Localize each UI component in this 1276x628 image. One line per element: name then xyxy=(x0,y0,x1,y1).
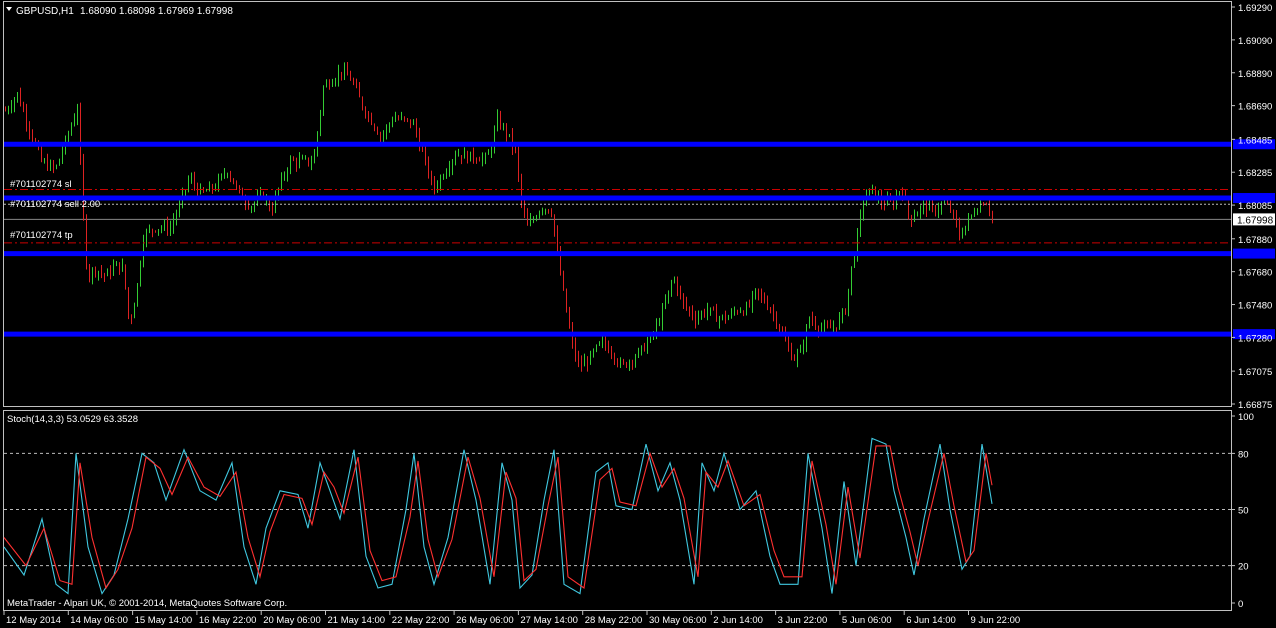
time-tick-label: 16 May 22:00 xyxy=(199,615,257,626)
time-tick-label: 2 Jun 14:00 xyxy=(713,615,763,626)
stoch-tick-label: 0 xyxy=(1238,599,1243,610)
price-tick-label: 1.67680 xyxy=(1238,268,1272,279)
horizontal-level-tag xyxy=(1233,248,1275,259)
stoch-tick-label: 80 xyxy=(1238,449,1249,460)
price-tick-label: 1.66875 xyxy=(1238,400,1272,411)
time-tick-label: 20 May 06:00 xyxy=(263,615,321,626)
time-tick-label: 28 May 22:00 xyxy=(585,615,643,626)
current-price-tag: 1.67998 xyxy=(1233,213,1275,226)
price-tick-label: 1.67480 xyxy=(1238,301,1272,312)
stoch-tick-label: 100 xyxy=(1238,412,1254,423)
price-tick-label: 1.68285 xyxy=(1238,168,1272,179)
time-tick-label: 30 May 06:00 xyxy=(649,615,707,626)
price-tick-label: 1.67880 xyxy=(1238,235,1272,246)
symbol-label: GBPUSD,H1 xyxy=(16,6,74,17)
time-tick-label: 15 May 14:00 xyxy=(135,615,193,626)
time-tick-label: 22 May 22:00 xyxy=(392,615,450,626)
stoch-label: Stoch(14,3,3) 53.0529 63.3528 xyxy=(7,414,138,425)
price-tick-label: 1.69290 xyxy=(1238,3,1272,14)
price-tick-label: 1.68690 xyxy=(1238,102,1272,113)
time-tick-label: 26 May 06:00 xyxy=(456,615,514,626)
price-tick-label: 1.68485 xyxy=(1238,135,1272,146)
copyright-label: MetaTrader - Alpari UK, © 2001-2014, Met… xyxy=(7,598,287,609)
trade-sell-label: #701102774 sell 2.00 xyxy=(10,199,100,210)
current-price-label: 1.67998 xyxy=(1237,215,1274,226)
time-tick-label: 14 May 06:00 xyxy=(70,615,128,626)
time-tick-label: 21 May 14:00 xyxy=(328,615,386,626)
price-tick-label: 1.68085 xyxy=(1238,201,1272,212)
time-tick-label: 5 Jun 06:00 xyxy=(842,615,892,626)
time-tick-label: 9 Jun 22:00 xyxy=(971,615,1021,626)
time-tick-label: 27 May 14:00 xyxy=(520,615,578,626)
price-tick-label: 1.67280 xyxy=(1238,333,1272,344)
chart-background xyxy=(0,0,1276,628)
trade-sl-label: #701102774 sl xyxy=(10,179,72,190)
trade-tp-label: #701102774 tp xyxy=(10,230,73,241)
price-tick-label: 1.68890 xyxy=(1238,69,1272,80)
time-tick-label: 3 Jun 22:00 xyxy=(778,615,828,626)
price-tick-label: 1.67075 xyxy=(1238,367,1272,378)
price-tick-label: 1.69090 xyxy=(1238,36,1272,47)
ohlc-label: 1.68090 1.68098 1.67969 1.67998 xyxy=(80,6,233,17)
trading-chart[interactable]: 1.69290 1.69090 1.68890 1.68690 1.68485 1.682… xyxy=(0,0,1276,628)
stoch-tick-label: 50 xyxy=(1238,506,1249,517)
time-tick-label: 6 Jun 14:00 xyxy=(906,615,956,626)
time-tick-label: 12 May 2014 xyxy=(6,615,61,626)
stoch-tick-label: 20 xyxy=(1238,562,1249,573)
